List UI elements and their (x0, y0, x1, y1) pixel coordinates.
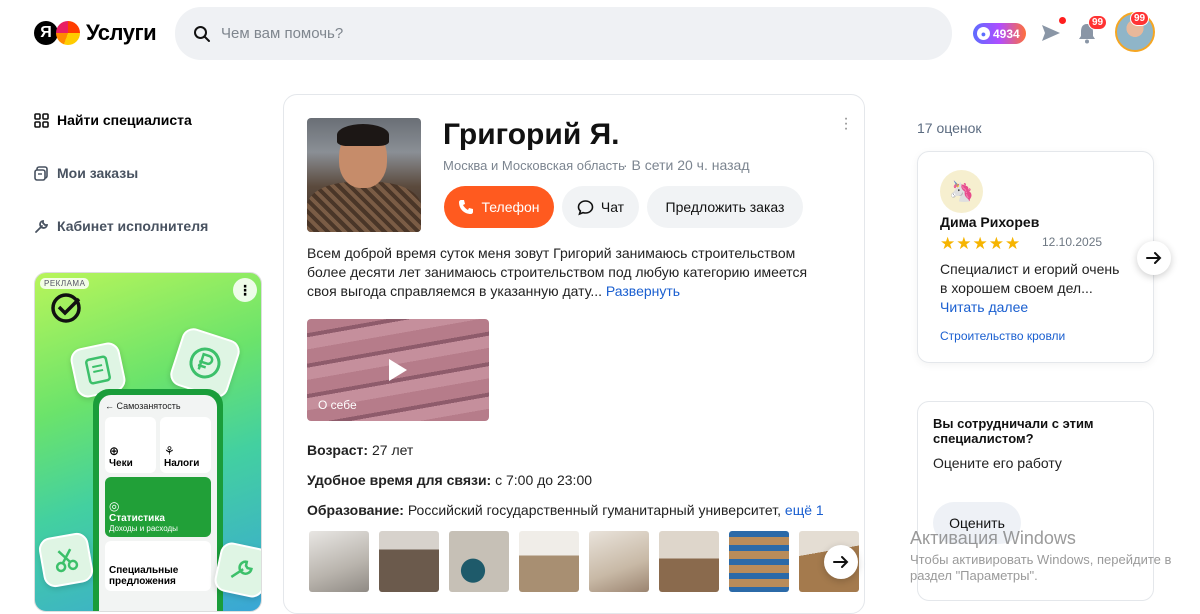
ad-label: РЕКЛАМА (40, 278, 90, 289)
portfolio-photo[interactable] (379, 531, 439, 592)
phone-button-label: Телефон (481, 199, 540, 215)
chat-button-label: Чат (600, 199, 625, 215)
search-icon (194, 25, 210, 42)
yandex-services-logo[interactable]: Я Услуги (34, 18, 157, 48)
education-value: Российский государственный гуманитарный … (407, 502, 782, 518)
watermark-line: Чтобы активировать Windows, перейдите в (910, 552, 1172, 567)
plus-coin-icon: ● (977, 27, 990, 40)
tile-receipts: ⊕ Чеки (105, 417, 156, 473)
review-body: Специалист и егорий очень в хорошем свое… (940, 261, 1120, 296)
review-date: 12.10.2025 (1042, 235, 1103, 249)
specialist-name: Григорий Я. (443, 118, 620, 151)
windows-activation-watermark: Активация Windows Чтобы активировать Win… (910, 528, 1171, 584)
send-icon (1042, 25, 1060, 41)
sidebar-item-performer-cabinet[interactable]: Кабинет исполнителя (34, 218, 208, 234)
about-text: Всем доброй время суток меня зовут Григо… (307, 244, 827, 301)
ad-banner[interactable]: РЕКЛАМА ⋮ ← Самозанятость ⊕ Чеки ⚘ Налоги … (34, 272, 262, 612)
age-value: 27 лет (371, 442, 414, 458)
education-label: Образование: (307, 502, 404, 518)
review-text: Специалист и егорий очень в хорошем свое… (940, 260, 1130, 317)
services-ball-icon (56, 21, 80, 45)
reviewer-avatar: 🦄 (940, 170, 983, 213)
offer-order-button-label: Предложить заказ (665, 199, 785, 215)
search-input[interactable] (221, 25, 821, 42)
balance-value: 4934 (993, 26, 1020, 41)
sidebar-item-find-specialist[interactable]: Найти специалиста (34, 112, 192, 128)
portfolio-photo[interactable] (309, 531, 369, 592)
phone-mockup: ← Самозанятость ⊕ Чеки ⚘ Налоги ◎ Статистик… (93, 389, 223, 611)
intro-video[interactable]: О себе (307, 319, 489, 421)
offer-order-button[interactable]: Предложить заказ (647, 186, 803, 228)
portfolio-photo[interactable] (659, 531, 719, 592)
notifications-badge: 99 (1088, 15, 1108, 30)
ad-more-button[interactable]: ⋮ (233, 278, 257, 302)
specialist-photo[interactable] (307, 118, 421, 232)
education-row: Образование: Российский государственный … (307, 502, 824, 518)
watermark-title: Активация Windows (910, 528, 1076, 548)
reviewer-name: Дима Рихорев (940, 214, 1040, 230)
wrench-icon (35, 219, 49, 233)
logo-text: Услуги (86, 20, 157, 45)
tile-taxes: ⚘ Налоги (160, 417, 211, 473)
phone-icon (459, 200, 474, 214)
arrow-right-icon (1146, 252, 1162, 264)
portfolio-photo[interactable] (589, 531, 649, 592)
plus-balance[interactable]: ● 4934 (973, 23, 1026, 44)
unread-dot (1059, 17, 1066, 24)
education-more-link[interactable]: ещё 1 (785, 502, 824, 518)
age-row: Возраст: 27 лет (307, 442, 413, 458)
grid-icon (34, 112, 49, 128)
tile-special-offers: Специальные предложения (105, 541, 211, 591)
video-caption: О себе (318, 398, 357, 412)
sidebar-item-label: Кабинет исполнителя (57, 218, 209, 234)
watermark-line: раздел "Параметры". (910, 568, 1038, 583)
chat-button[interactable]: Чат (562, 186, 639, 228)
portfolio-photo[interactable] (449, 531, 509, 592)
notifications-button[interactable]: 99 (1074, 15, 1108, 46)
about-body: Всем доброй время суток меня зовут Григо… (307, 245, 808, 299)
portfolio-gallery (309, 531, 859, 592)
messages-button[interactable] (1038, 17, 1066, 46)
sidebar-item-label: Мои заказы (57, 165, 139, 181)
search-bar[interactable] (175, 7, 952, 60)
reviews-count[interactable]: 17 оценок (917, 120, 982, 136)
expand-link[interactable]: Развернуть (606, 283, 680, 299)
contact-time-label: Удобное время для связи: (307, 472, 492, 488)
chat-bubble-icon (577, 199, 594, 215)
play-icon (389, 359, 407, 381)
sidebar-item-label: Найти специалиста (57, 112, 192, 128)
phone-screen-title: ← Самозанятость (105, 401, 181, 411)
read-more-link[interactable]: Читать далее (940, 299, 1028, 315)
more-options-button[interactable]: · · · (840, 111, 852, 137)
sidebar-item-my-orders[interactable]: Мои заказы (34, 165, 138, 181)
gallery-next-button[interactable] (824, 545, 858, 579)
avatar-badge: 99 (1130, 11, 1150, 26)
scissors-card-icon (37, 531, 95, 589)
cooperation-subtitle: Оцените его работу (933, 455, 1062, 471)
arrow-right-icon (833, 556, 849, 568)
sber-logo-icon (51, 293, 81, 323)
reviews-next-button[interactable] (1137, 241, 1171, 275)
tile-statistics: ◎ Статистика Доходы и расходы (105, 477, 211, 537)
age-label: Возраст: (307, 442, 369, 458)
portfolio-photo[interactable] (729, 531, 789, 592)
review-service-tag[interactable]: Строительство кровли (940, 329, 1065, 343)
portfolio-photo[interactable] (519, 531, 579, 592)
online-status: · В сети 20 ч. назад (623, 157, 750, 173)
rating-stars: ★★★★★ (940, 234, 1022, 253)
specialist-location: Москва и Московская область (443, 158, 625, 173)
orders-icon (34, 165, 48, 181)
contact-time-row: Удобное время для связи: с 7:00 до 23:00 (307, 472, 592, 488)
phone-button[interactable]: Телефон (444, 186, 554, 228)
cooperation-question: Вы сотрудничали с этим специалистом? (933, 416, 1094, 446)
yandex-y-icon: Я (34, 21, 58, 45)
contact-time-value: с 7:00 до 23:00 (495, 472, 593, 488)
